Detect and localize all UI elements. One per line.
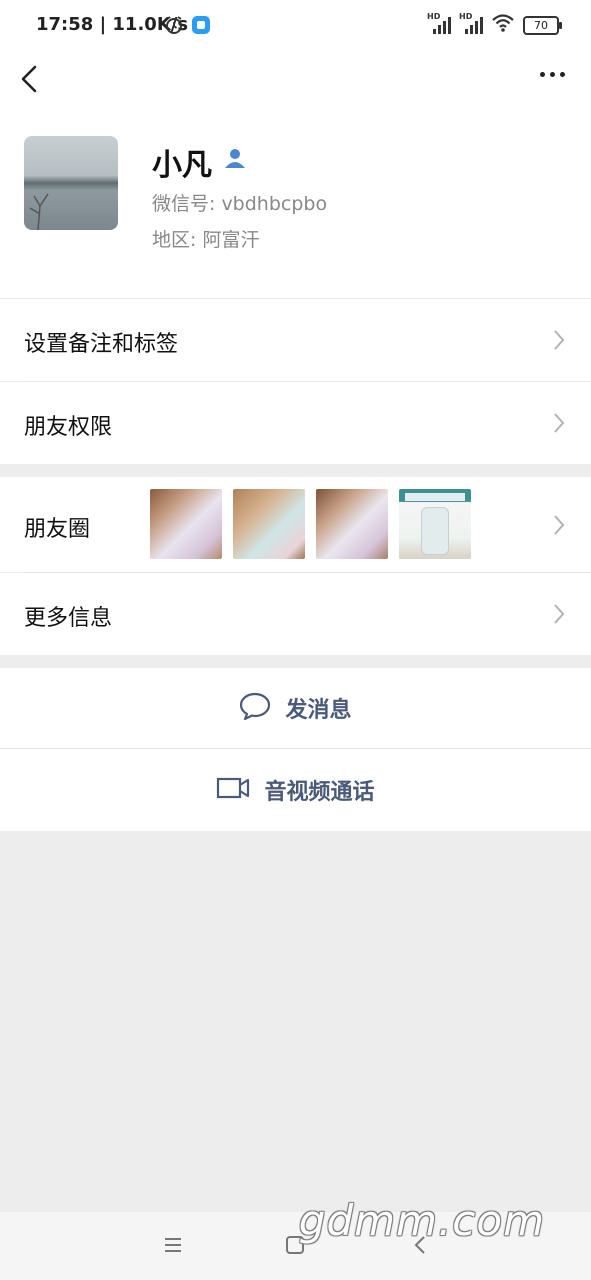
profile-header: 小凡 微信号: vbdhbcpbo 地区: 阿富汗 (0, 104, 591, 298)
avatar[interactable] (24, 136, 118, 230)
video-call-button[interactable]: 音视频通话 (0, 749, 591, 831)
chevron-right-icon (553, 514, 565, 540)
menu-icon[interactable] (163, 1236, 183, 1258)
back-arrow-icon[interactable] (18, 64, 42, 98)
signal-hd-label: HD (427, 12, 441, 21)
moments-row[interactable]: 朋友圈 (0, 477, 591, 572)
more-info-row[interactable]: 更多信息 (0, 573, 591, 655)
signal-icon-2: HD (459, 12, 483, 36)
contact-name: 小凡 (152, 148, 212, 183)
chevron-right-icon (553, 329, 565, 355)
battery-icon: 70 (523, 15, 562, 35)
wechat-id: 微信号: vbdhbcpbo (152, 193, 328, 215)
status-bar: 17:58 | 11.0K/s HD HD 70 (0, 0, 591, 52)
moments-photo (150, 489, 222, 559)
signal-icon: HD (427, 12, 451, 36)
signal-hd-label-2: HD (459, 12, 473, 21)
person-icon (224, 147, 246, 173)
send-message-label: 发消息 (285, 698, 352, 723)
alarm-icon (164, 15, 184, 39)
friend-permissions-label: 朋友权限 (24, 415, 113, 440)
chevron-right-icon (553, 603, 565, 629)
app-notification-icon (192, 16, 210, 34)
video-call-label: 音视频通话 (264, 780, 375, 805)
moments-photo (316, 489, 388, 559)
watermark: gdmm.com (298, 1196, 545, 1245)
moments-photo (399, 489, 471, 559)
moments-photo (233, 489, 305, 559)
nav-bar (0, 52, 591, 104)
more-options-icon[interactable] (540, 72, 565, 77)
remark-tags-label: 设置备注和标签 (24, 332, 179, 357)
more-info-label: 更多信息 (24, 606, 113, 631)
region: 地区: 阿富汗 (152, 229, 260, 251)
remark-tags-row[interactable]: 设置备注和标签 (0, 299, 591, 381)
wifi-icon (491, 13, 515, 37)
send-message-button[interactable]: 发消息 (0, 668, 591, 748)
friend-permissions-row[interactable]: 朋友权限 (0, 382, 591, 464)
moments-label: 朋友圈 (24, 517, 91, 542)
video-camera-icon (216, 777, 250, 803)
chat-bubble-icon (239, 692, 271, 724)
chevron-right-icon (553, 412, 565, 438)
